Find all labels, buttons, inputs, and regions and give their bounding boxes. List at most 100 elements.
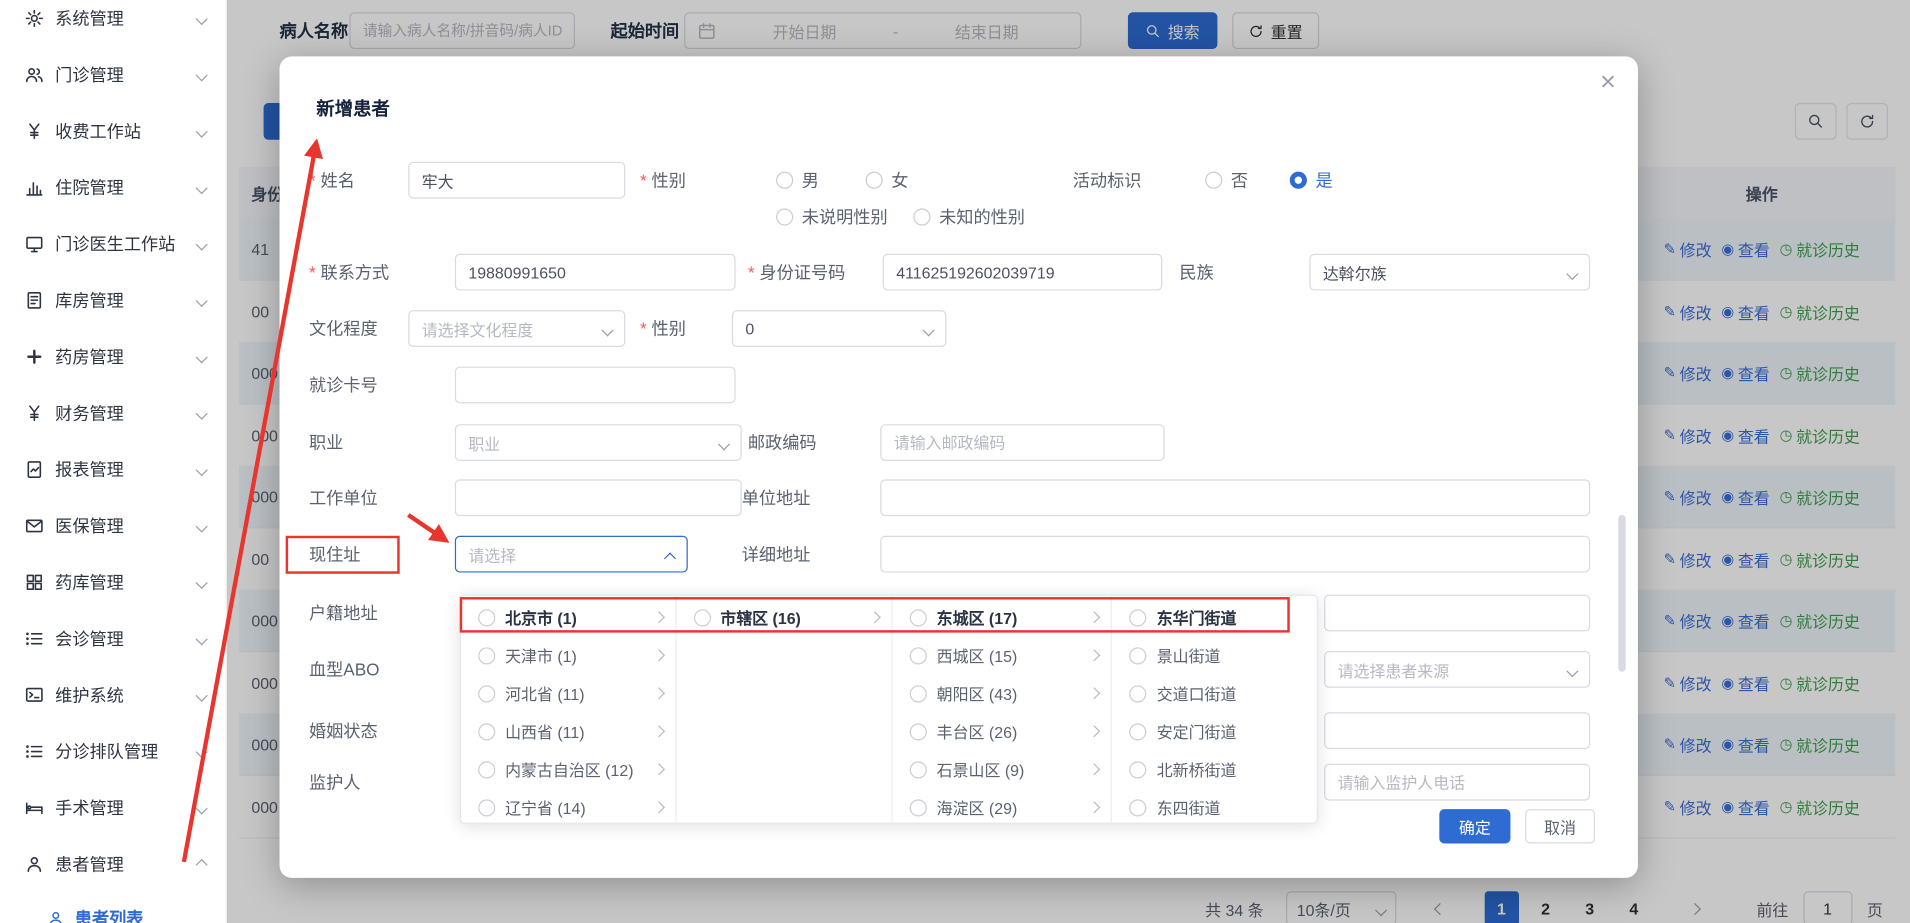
cascader-option-neimenggu[interactable]: 内蒙古自治区 (12) <box>461 750 675 788</box>
confirm-button[interactable]: 确定 <box>1439 809 1510 843</box>
sidebar-item-insurance[interactable]: 医保管理 <box>0 498 226 554</box>
visit-card-input[interactable] <box>455 367 736 404</box>
radio-icon[interactable] <box>910 723 927 740</box>
chevron-up-icon <box>664 552 676 564</box>
chevron-down-icon <box>196 802 208 814</box>
cascader-option-andingmen[interactable]: 安定门街道 <box>1113 712 1317 750</box>
radio-icon[interactable] <box>1130 609 1147 626</box>
marital-row-input[interactable] <box>1324 712 1590 749</box>
sidebar-item-label: 收费工作站 <box>55 119 197 144</box>
radio-icon[interactable] <box>478 799 495 816</box>
guardian-phone-input[interactable] <box>1324 764 1590 801</box>
ethnicity-select[interactable]: 达斡尔族 <box>1309 254 1590 291</box>
radio-icon[interactable] <box>693 609 710 626</box>
detail-address-input[interactable] <box>880 536 1590 573</box>
occupation-select[interactable]: 职业 <box>455 424 742 461</box>
sidebar-item-patient-list[interactable]: 患者列表 <box>0 893 226 923</box>
id-number-label: 身份证号码 <box>748 254 845 291</box>
radio-icon[interactable] <box>478 761 495 778</box>
sidebar-item-label: 会诊管理 <box>55 626 197 651</box>
cancel-button[interactable]: 取消 <box>1525 809 1595 843</box>
radio-icon[interactable] <box>910 799 927 816</box>
cascader-option-dongsi[interactable]: 东四街道 <box>1113 788 1317 822</box>
radio-icon[interactable] <box>910 761 927 778</box>
marital-status-label: 婚姻状态 <box>309 712 378 749</box>
sidebar-item-label: 门诊管理 <box>55 63 197 88</box>
id-number-input[interactable] <box>883 254 1163 291</box>
contact-input[interactable] <box>455 254 736 291</box>
chevron-right-icon <box>1089 763 1101 775</box>
radio-icon[interactable] <box>1130 647 1147 664</box>
radio-icon <box>1205 172 1222 189</box>
radio-icon[interactable] <box>478 685 495 702</box>
chevron-right-icon <box>652 649 664 661</box>
gender-radio-male[interactable]: 男 <box>776 162 819 199</box>
sidebar-item-drug-storage[interactable]: 药库管理 <box>0 554 226 610</box>
radio-icon[interactable] <box>478 609 495 626</box>
sidebar-item-outpatient[interactable]: 门诊管理 <box>0 47 226 103</box>
sidebar-item-maintenance[interactable]: 维护系统 <box>0 667 226 723</box>
employer-address-input[interactable] <box>880 479 1590 516</box>
sidebar-item-warehouse[interactable]: 库房管理 <box>0 272 226 328</box>
sidebar-item-patient-management[interactable]: 患者管理 <box>0 836 226 892</box>
sidebar-item-label: 系统管理 <box>55 6 197 31</box>
name-input[interactable] <box>408 162 625 199</box>
active-radio-no[interactable]: 否 <box>1205 162 1248 199</box>
radio-icon[interactable] <box>910 685 927 702</box>
chevron-down-icon <box>196 520 208 532</box>
sidebar-item-label: 手术管理 <box>55 796 197 821</box>
sidebar-item-triage-queue[interactable]: 分诊排队管理 <box>0 723 226 779</box>
sidebar-item-system-management[interactable]: 系统管理 <box>0 0 226 47</box>
cascader-option-shijingshan[interactable]: 石景山区 (9) <box>893 750 1112 788</box>
current-address-cascader-select[interactable]: 请选择 <box>455 536 688 573</box>
radio-icon[interactable] <box>1130 723 1147 740</box>
cascader-option-haidian[interactable]: 海淀区 (29) <box>893 788 1112 822</box>
cascader-option-chaoyang[interactable]: 朝阳区 (43) <box>893 674 1112 712</box>
postal-code-input[interactable] <box>880 424 1164 461</box>
radio-icon[interactable] <box>1130 761 1147 778</box>
cascader-option-liaoning[interactable]: 辽宁省 (14) <box>461 788 675 822</box>
radio-icon[interactable] <box>478 647 495 664</box>
modal-scrollbar[interactable] <box>1618 515 1625 672</box>
cascader-option-tianjin[interactable]: 天津市 (1) <box>461 636 675 674</box>
modal-title: 新增患者 <box>316 96 390 122</box>
cascader-option-dongcheng[interactable]: 东城区 (17) <box>893 598 1112 636</box>
cascader-option-beixinqiao[interactable]: 北新桥街道 <box>1113 750 1317 788</box>
sidebar-item-reports[interactable]: 报表管理 <box>0 441 226 497</box>
radio-icon[interactable] <box>1130 685 1147 702</box>
radio-icon[interactable] <box>910 647 927 664</box>
sidebar-item-surgery[interactable]: 手术管理 <box>0 780 226 836</box>
bed-icon <box>25 798 45 818</box>
cascader-option-fengtai[interactable]: 丰台区 (26) <box>893 712 1112 750</box>
sidebar-item-pharmacy[interactable]: 药房管理 <box>0 329 226 385</box>
gender-radio-female[interactable]: 女 <box>866 162 909 199</box>
cascader-option-jiaodaokou[interactable]: 交道口街道 <box>1113 674 1317 712</box>
cascader-option-jingshan[interactable]: 景山街道 <box>1113 636 1317 674</box>
radio-icon[interactable] <box>1130 799 1147 816</box>
sidebar-item-billing-station[interactable]: 收费工作站 <box>0 103 226 159</box>
cascader-option-shixiaqu[interactable]: 市辖区 (16) <box>676 598 891 636</box>
sidebar-item-outpatient-doctor-station[interactable]: 门诊医生工作站 <box>0 216 226 272</box>
sidebar-item-consultation[interactable]: 会诊管理 <box>0 611 226 667</box>
gender-radio-unknown[interactable]: 未知的性别 <box>913 199 1025 236</box>
cascader-option-beijing[interactable]: 北京市 (1) <box>461 598 675 636</box>
queue-icon <box>25 742 45 762</box>
chevron-down-icon <box>601 324 613 336</box>
cascader-option-hebei[interactable]: 河北省 (11) <box>461 674 675 712</box>
patient-source-select[interactable]: 请选择患者来源 <box>1324 651 1590 688</box>
radio-icon[interactable] <box>910 609 927 626</box>
household-address-input[interactable] <box>1324 595 1590 632</box>
sidebar-item-inpatient[interactable]: 住院管理 <box>0 159 226 215</box>
gender2-select[interactable]: 0 <box>732 310 947 347</box>
employer-input[interactable] <box>455 479 742 516</box>
sidebar-item-finance[interactable]: 财务管理 <box>0 385 226 441</box>
close-icon[interactable]: × <box>1600 69 1616 96</box>
education-select[interactable]: 请选择文化程度 <box>408 310 625 347</box>
cascader-option-donghuamen[interactable]: 东华门街道 <box>1113 598 1317 636</box>
cascader-option-xicheng[interactable]: 西城区 (15) <box>893 636 1112 674</box>
active-radio-yes[interactable]: 是 <box>1290 162 1333 199</box>
radio-icon[interactable] <box>478 723 495 740</box>
report-icon <box>25 460 45 480</box>
gender-radio-unspecified[interactable]: 未说明性别 <box>776 199 888 236</box>
cascader-option-shanxi[interactable]: 山西省 (11) <box>461 712 675 750</box>
